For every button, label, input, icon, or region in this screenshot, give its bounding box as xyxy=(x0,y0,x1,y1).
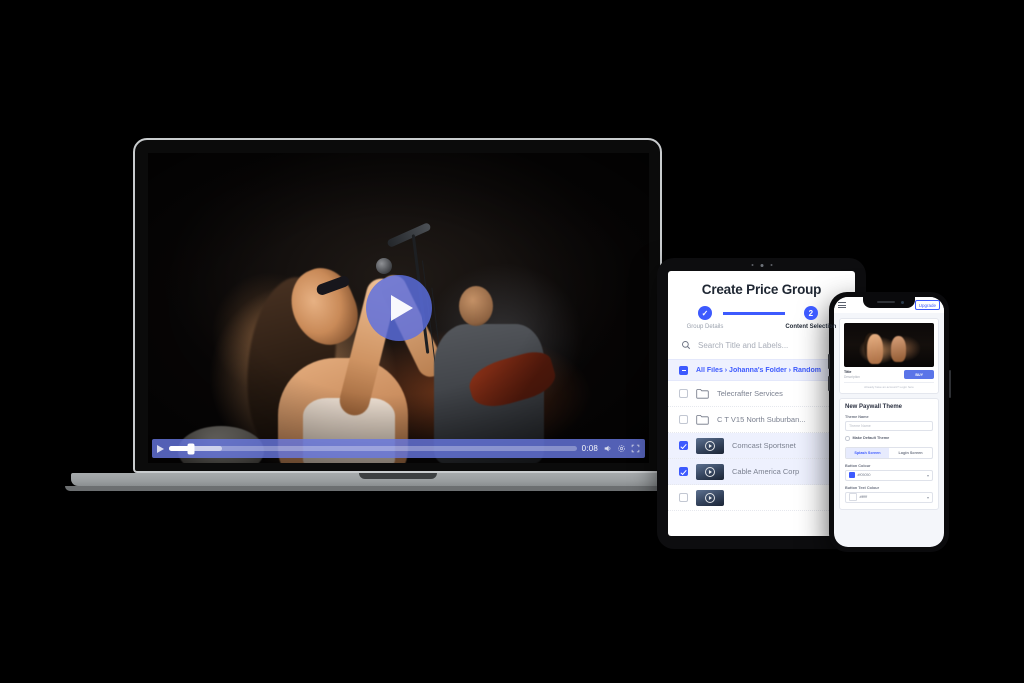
phone-notch xyxy=(863,297,915,308)
front-camera xyxy=(901,300,904,304)
tablet-screen: Create Price Group ✓ Group Details 2 Con… xyxy=(668,271,855,536)
settings-icon[interactable] xyxy=(617,444,626,453)
stepper-connector xyxy=(723,312,786,315)
laptop-base xyxy=(71,473,724,486)
paywall-preview-card: Title Description BUY Already have an ac… xyxy=(839,318,939,394)
preview-text-block: Title Description xyxy=(844,370,860,379)
screen-type-tabs: Splash Screen Login Screen xyxy=(845,446,933,459)
step-label: Content Selection xyxy=(785,324,837,330)
step-number: ✓ xyxy=(697,306,712,320)
stepper-step-content-selection[interactable]: 2 Content Selection xyxy=(785,306,836,330)
form-title: New Paywall Theme xyxy=(845,404,903,410)
progress-handle[interactable] xyxy=(187,443,195,454)
breadcrumb: All Files › Johanna's Folder › Random xyxy=(696,366,821,374)
row-label: Comcast Sportsnet xyxy=(732,441,796,450)
folder-icon xyxy=(696,415,709,425)
paywall-theme-form: New Paywall Theme Theme Name Theme Name … xyxy=(839,398,939,510)
button-colour-value: #f05050 xyxy=(857,473,871,477)
row-label: Telecrafter Services xyxy=(717,389,783,398)
tab-login-screen[interactable]: Login Screen xyxy=(889,448,932,458)
preview-footer-link[interactable]: Already have an account? Login here xyxy=(844,382,934,389)
preview-card-body: Title Description BUY xyxy=(844,370,934,379)
video-thumbnail xyxy=(696,463,724,480)
row-checkbox[interactable] xyxy=(679,415,688,424)
button-text-colour-label: Button Text Colour xyxy=(845,485,880,490)
tablet-camera xyxy=(760,264,763,267)
row-checkbox[interactable] xyxy=(679,467,688,476)
chevron-down-icon[interactable]: ▾ xyxy=(927,495,929,500)
table-row[interactable]: C T V15 North Suburban... xyxy=(668,407,855,433)
hamburger-menu-icon[interactable] xyxy=(838,302,846,308)
play-icon xyxy=(390,295,413,321)
tab-splash-screen[interactable]: Splash Screen xyxy=(846,447,889,458)
button-text-colour-select[interactable]: #ffffff ▾ xyxy=(845,491,933,503)
tablet-sensor-dots xyxy=(751,264,772,267)
button-colour-select[interactable]: #f05050 ▾ xyxy=(845,469,933,481)
phone-screen: 🔔 Upgrade Title Description BUY xyxy=(834,297,944,547)
tablet-dot xyxy=(751,264,753,266)
buy-button[interactable]: BUY xyxy=(904,370,934,379)
laptop-screen: 0:08 xyxy=(148,153,649,463)
breadcrumb-row[interactable]: All Files › Johanna's Folder › Random xyxy=(668,359,855,381)
table-row-partial[interactable] xyxy=(668,485,855,511)
search-icon xyxy=(682,341,691,350)
upgrade-button[interactable]: Upgrade xyxy=(914,300,940,310)
volume-down-button[interactable] xyxy=(827,376,830,391)
stepper: ✓ Group Details 2 Content Selection xyxy=(668,297,855,330)
phone-device: 🔔 Upgrade Title Description BUY xyxy=(827,292,951,552)
video-thumbnail xyxy=(696,489,724,506)
volume-up-button[interactable] xyxy=(827,354,830,369)
table-row[interactable]: Telecrafter Services xyxy=(668,381,855,407)
laptop-foot xyxy=(65,486,730,491)
preview-description: Description xyxy=(844,375,860,379)
row-label: Cable America Corp xyxy=(732,467,800,476)
folder-icon xyxy=(696,389,709,399)
preview-image xyxy=(844,323,934,367)
row-checkbox[interactable] xyxy=(679,389,688,398)
colour-swatch xyxy=(849,493,857,501)
volume-icon[interactable] xyxy=(603,444,612,453)
make-default-theme-label: Make Default Theme xyxy=(852,436,890,441)
theme-name-input[interactable]: Theme Name xyxy=(845,421,933,431)
search-bar[interactable]: Search Title and Labels... xyxy=(668,330,855,359)
scene-background: 0:08 Create Price Group ✓ Group Details … xyxy=(0,0,1024,683)
select-all-checkbox[interactable] xyxy=(679,365,688,375)
laptop-lid: 0:08 xyxy=(133,138,662,473)
make-default-theme-option[interactable]: Make Default Theme xyxy=(845,436,933,441)
search-input[interactable]: Search Title and Labels... xyxy=(698,341,788,350)
preview-figure-two xyxy=(890,336,906,363)
row-label: C T V15 North Suburban... xyxy=(717,415,806,424)
row-checkbox[interactable] xyxy=(679,493,688,502)
video-thumbnail xyxy=(696,437,724,454)
current-time-label: 0:08 xyxy=(581,444,598,453)
chevron-down-icon[interactable]: ▾ xyxy=(927,473,929,478)
play-button-overlay[interactable] xyxy=(365,275,432,341)
radio-icon[interactable] xyxy=(845,436,850,441)
table-row[interactable]: Cable America Corp xyxy=(668,459,855,485)
video-player-controls: 0:08 xyxy=(152,439,645,458)
page-title: Create Price Group xyxy=(701,282,822,297)
earpiece-speaker xyxy=(877,301,895,303)
row-checkbox[interactable] xyxy=(679,441,688,450)
button-text-colour-value: #ffffff xyxy=(859,495,868,499)
laptop-device: 0:08 xyxy=(65,138,730,505)
stepper-step-group-details[interactable]: ✓ Group Details xyxy=(686,306,724,330)
colour-swatch xyxy=(849,472,855,478)
power-button[interactable] xyxy=(948,370,951,398)
tablet-dot xyxy=(770,264,772,266)
theme-name-label: Theme Name xyxy=(845,415,869,419)
step-number: 2 xyxy=(803,306,818,320)
button-colour-label: Button Colour xyxy=(845,463,871,468)
play-icon[interactable] xyxy=(157,444,164,453)
step-label: Group Details xyxy=(686,324,724,330)
video-progress-bar[interactable] xyxy=(169,443,577,454)
table-row[interactable]: Comcast Sportsnet xyxy=(668,433,855,459)
preview-figure-one xyxy=(867,334,884,365)
fullscreen-icon[interactable] xyxy=(631,444,640,453)
preview-title: Title xyxy=(844,370,852,374)
